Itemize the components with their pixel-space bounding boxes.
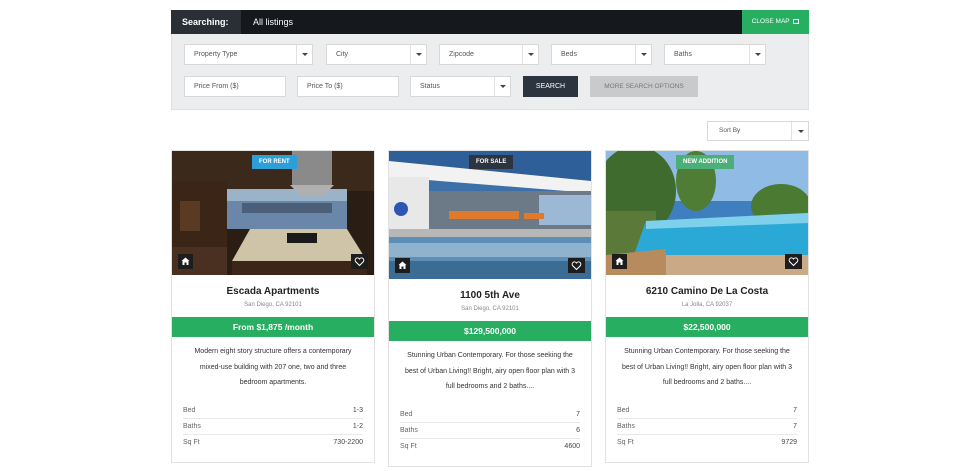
spec-value: 4600 xyxy=(564,443,580,450)
more-search-options-button[interactable]: MORE SEARCH OPTIONS xyxy=(590,76,698,97)
sort-by-value: Sort By xyxy=(719,127,741,134)
listing-photo[interactable]: FOR SALE xyxy=(389,151,591,279)
map-icon xyxy=(793,18,800,24)
listing-title[interactable]: Escada Apartments xyxy=(172,286,374,297)
spec-value: 7 xyxy=(576,411,580,418)
spec-value: 7 xyxy=(793,423,797,430)
spec-label: Sq Ft xyxy=(183,439,200,446)
listing-price: From $1,875 /month xyxy=(172,317,374,337)
heart-icon[interactable] xyxy=(568,258,585,273)
spec-row-sqft: Sq Ft 730-2200 xyxy=(183,435,363,451)
filter-panel: Property Type City Zipcode Beds Baths Pr… xyxy=(171,34,809,110)
chevron-down-icon xyxy=(522,45,538,64)
listing-specs: Bed 7 Baths 7 Sq Ft 9729 xyxy=(606,403,808,451)
chevron-down-icon xyxy=(296,45,312,64)
heart-icon[interactable] xyxy=(351,254,368,269)
listing-description: Stunning Urban Contemporary. For those s… xyxy=(621,348,793,386)
search-button[interactable]: SEARCH xyxy=(523,76,578,97)
spec-value: 6 xyxy=(576,427,580,434)
baths-value: Baths xyxy=(674,51,692,58)
listing-badge: FOR SALE xyxy=(469,155,514,169)
property-type-select[interactable]: Property Type xyxy=(184,44,313,65)
listing-price: $22,500,000 xyxy=(606,317,808,337)
chevron-down-icon xyxy=(791,122,808,140)
spec-label: Sq Ft xyxy=(617,439,634,446)
sort-by-select[interactable]: Sort By xyxy=(707,121,809,141)
home-icon[interactable] xyxy=(612,254,627,269)
home-icon[interactable] xyxy=(178,254,193,269)
listing-badge: FOR RENT xyxy=(252,155,297,169)
listing-price: $129,500,000 xyxy=(389,321,591,341)
listing-badge: NEW ADDITION xyxy=(676,155,735,169)
heart-icon[interactable] xyxy=(785,254,802,269)
listing-specs: Bed 1-3 Baths 1-2 Sq Ft 730-2200 xyxy=(172,403,374,451)
infinity-pool-ocean-photo xyxy=(606,151,808,275)
close-map-label: CLOSE MAP xyxy=(751,18,790,25)
spec-row-sqft: Sq Ft 9729 xyxy=(617,435,797,451)
spec-label: Baths xyxy=(400,427,418,434)
listing-description: Stunning Urban Contemporary. For those s… xyxy=(404,352,576,390)
zipcode-value: Zipcode xyxy=(449,51,474,58)
spec-value: 9729 xyxy=(781,439,797,446)
spec-row-sqft: Sq Ft 4600 xyxy=(400,439,580,455)
baths-select[interactable]: Baths xyxy=(664,44,766,65)
close-map-button[interactable]: CLOSE MAP xyxy=(742,10,809,34)
listing-photo[interactable]: FOR RENT xyxy=(172,151,374,275)
price-from-input[interactable]: Price From ($) xyxy=(184,76,286,97)
chevron-down-icon xyxy=(749,45,765,64)
listing-address: San Diego, CA 92101 xyxy=(244,302,302,308)
spec-value: 730-2200 xyxy=(333,439,363,446)
status-select[interactable]: Status xyxy=(410,76,511,97)
city-value: City xyxy=(336,51,349,58)
spec-label: Bed xyxy=(617,407,630,414)
modern-home-pool-photo xyxy=(389,151,591,279)
home-icon[interactable] xyxy=(395,258,410,273)
spec-label: Baths xyxy=(183,423,201,430)
interior-kitchen-photo xyxy=(172,151,374,275)
listing-photo[interactable]: NEW ADDITION xyxy=(606,151,808,275)
beds-select[interactable]: Beds xyxy=(551,44,652,65)
spec-row-baths: Baths 7 xyxy=(617,419,797,435)
listing-address: San Diego, CA 92101 xyxy=(461,306,519,312)
spec-label: Baths xyxy=(617,423,635,430)
searching-label: Searching: xyxy=(171,10,241,34)
beds-value: Beds xyxy=(561,51,577,58)
status-value: Status xyxy=(420,83,440,90)
listing-card[interactable]: NEW ADDITION 6210 Camino De La Costa La … xyxy=(605,150,809,463)
chevron-down-icon xyxy=(635,45,651,64)
listing-card[interactable]: FOR RENT Escada Apartments San Diego, CA… xyxy=(171,150,375,463)
price-to-input[interactable]: Price To ($) xyxy=(297,76,399,97)
listing-title[interactable]: 6210 Camino De La Costa xyxy=(606,286,808,297)
zipcode-select[interactable]: Zipcode xyxy=(439,44,539,65)
chevron-down-icon xyxy=(494,77,510,96)
price-to-placeholder: Price To ($) xyxy=(307,83,343,90)
spec-row-bed: Bed 1-3 xyxy=(183,403,363,419)
search-bar: Searching: All listings CLOSE MAP xyxy=(171,10,809,34)
listing-specs: Bed 7 Baths 6 Sq Ft 4600 xyxy=(389,407,591,455)
spec-row-bed: Bed 7 xyxy=(617,403,797,419)
spec-value: 7 xyxy=(793,407,797,414)
city-select[interactable]: City xyxy=(326,44,427,65)
listing-title[interactable]: 1100 5th Ave xyxy=(389,290,591,301)
property-type-value: Property Type xyxy=(194,51,238,58)
chevron-down-icon xyxy=(410,45,426,64)
spec-value: 1-3 xyxy=(352,407,363,414)
price-from-placeholder: Price From ($) xyxy=(194,83,239,90)
spec-label: Bed xyxy=(183,407,196,414)
spec-row-baths: Baths 1-2 xyxy=(183,419,363,435)
spec-label: Bed xyxy=(400,411,413,418)
listing-address: La Jolla, CA 92037 xyxy=(681,302,733,308)
search-scope: All listings xyxy=(253,17,294,27)
listing-description: Modern eight story structure offers a co… xyxy=(194,348,352,386)
spec-row-baths: Baths 6 xyxy=(400,423,580,439)
spec-value: 1-2 xyxy=(352,423,363,430)
spec-label: Sq Ft xyxy=(400,443,417,450)
spec-row-bed: Bed 7 xyxy=(400,407,580,423)
listing-card[interactable]: FOR SALE 1100 5th Ave San Diego, CA 9210… xyxy=(388,150,592,467)
